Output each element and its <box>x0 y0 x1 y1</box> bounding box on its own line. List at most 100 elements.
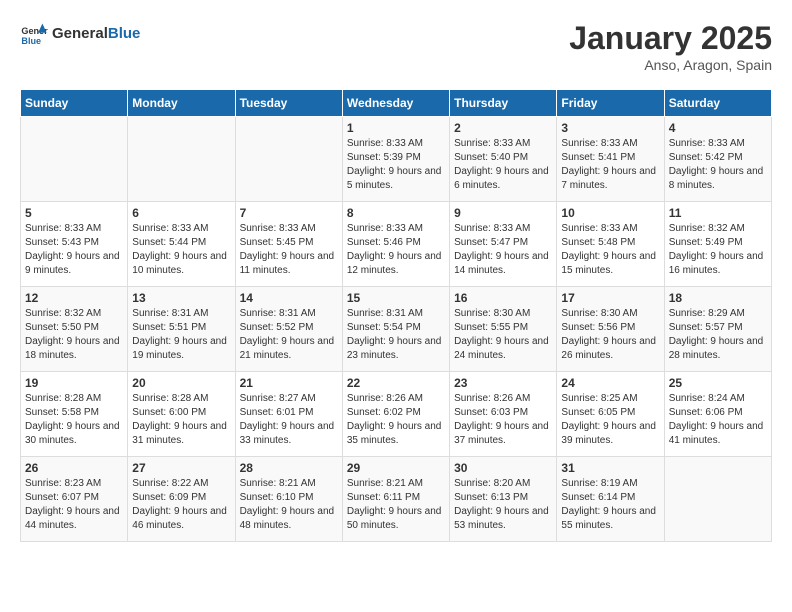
table-row: 13Sunrise: 8:31 AM Sunset: 5:51 PM Dayli… <box>128 287 235 372</box>
header-sunday: Sunday <box>21 90 128 117</box>
table-row: 31 Sunrise: 8:19 AM Sunset: 6:14 PM Dayli… <box>557 457 664 542</box>
logo: General Blue GeneralBlue <box>20 20 140 48</box>
day-info: Sunrise: 8:33 AM Sunset: 5:42 PM Dayligh… <box>669 137 767 193</box>
day-info: Sunrise: 8:20 AM Sunset: 6:13 PM Dayligh… <box>454 477 552 533</box>
calendar-week-row: 26Sunrise: 8:23 AM Sunset: 6:07 PM Dayli… <box>21 457 772 542</box>
day-info: Sunrise: 8:21 AM Sunset: 6:10 PM Dayligh… <box>240 477 338 533</box>
calendar-table: Sunday Monday Tuesday Wednesday Thursday… <box>20 89 772 542</box>
day-number: 31 <box>561 461 659 475</box>
table-row: 8 Sunrise: 8:33 AM Sunset: 5:46 PM Daylig… <box>342 202 449 287</box>
calendar-week-row: 12 Sunrise: 8:32 AM Sunset: 5:50 PM Dayli… <box>21 287 772 372</box>
table-row: 7 Sunrise: 8:33 AM Sunset: 5:45 PM Daylig… <box>235 202 342 287</box>
day-info: Sunrise: 8:21 AM Sunset: 6:11 PM Dayligh… <box>347 477 445 533</box>
day-info: Sunrise: 8:33 AM Sunset: 5:40 PM Dayligh… <box>454 137 552 193</box>
table-row: 19Sunrise: 8:28 AM Sunset: 5:58 PM Dayli… <box>21 372 128 457</box>
logo-icon: General Blue <box>20 20 48 48</box>
day-info: Sunrise: 8:32 AM Sunset: 5:49 PM Dayligh… <box>669 222 767 278</box>
table-row: 11Sunrise: 8:32 AM Sunset: 5:49 PM Dayli… <box>664 202 771 287</box>
table-row: 21 Sunrise: 8:27 AM Sunset: 6:01 PM Dayli… <box>235 372 342 457</box>
day-number: 16 <box>454 291 552 305</box>
table-row: 4Sunrise: 8:33 AM Sunset: 5:42 PM Daylig… <box>664 117 771 202</box>
logo-general-text: General <box>52 25 108 42</box>
day-info: Sunrise: 8:19 AM Sunset: 6:14 PM Dayligh… <box>561 477 659 533</box>
header-tuesday: Tuesday <box>235 90 342 117</box>
day-number: 17 <box>561 291 659 305</box>
day-number: 20 <box>132 376 230 390</box>
table-row <box>21 117 128 202</box>
day-number: 10 <box>561 206 659 220</box>
calendar-week-row: 5Sunrise: 8:33 AM Sunset: 5:43 PM Daylig… <box>21 202 772 287</box>
calendar-subtitle: Anso, Aragon, Spain <box>569 57 772 73</box>
day-info: Sunrise: 8:33 AM Sunset: 5:45 PM Dayligh… <box>240 222 338 278</box>
day-number: 5 <box>25 206 123 220</box>
day-number: 13 <box>132 291 230 305</box>
day-info: Sunrise: 8:24 AM Sunset: 6:06 PM Dayligh… <box>669 392 767 448</box>
day-number: 8 <box>347 206 445 220</box>
day-info: Sunrise: 8:31 AM Sunset: 5:54 PM Dayligh… <box>347 307 445 363</box>
table-row: 28Sunrise: 8:21 AM Sunset: 6:10 PM Dayli… <box>235 457 342 542</box>
day-info: Sunrise: 8:33 AM Sunset: 5:47 PM Dayligh… <box>454 222 552 278</box>
table-row: 2 Sunrise: 8:33 AM Sunset: 5:40 PM Daylig… <box>450 117 557 202</box>
logo-blue-text: Blue <box>108 25 141 42</box>
header-wednesday: Wednesday <box>342 90 449 117</box>
day-number: 12 <box>25 291 123 305</box>
table-row <box>235 117 342 202</box>
table-row: 27 Sunrise: 8:22 AM Sunset: 6:09 PM Dayli… <box>128 457 235 542</box>
day-number: 2 <box>454 121 552 135</box>
table-row: 6Sunrise: 8:33 AM Sunset: 5:44 PM Daylig… <box>128 202 235 287</box>
table-row <box>128 117 235 202</box>
day-number: 29 <box>347 461 445 475</box>
day-info: Sunrise: 8:33 AM Sunset: 5:39 PM Dayligh… <box>347 137 445 193</box>
day-info: Sunrise: 8:28 AM Sunset: 5:58 PM Dayligh… <box>25 392 123 448</box>
day-info: Sunrise: 8:27 AM Sunset: 6:01 PM Dayligh… <box>240 392 338 448</box>
calendar-week-row: 1 Sunrise: 8:33 AM Sunset: 5:39 PM Daylig… <box>21 117 772 202</box>
table-row: 22 Sunrise: 8:26 AM Sunset: 6:02 PM Dayli… <box>342 372 449 457</box>
table-row: 5Sunrise: 8:33 AM Sunset: 5:43 PM Daylig… <box>21 202 128 287</box>
table-row: 17 Sunrise: 8:30 AM Sunset: 5:56 PM Dayli… <box>557 287 664 372</box>
table-row: 10 Sunrise: 8:33 AM Sunset: 5:48 PM Dayli… <box>557 202 664 287</box>
day-number: 7 <box>240 206 338 220</box>
table-row: 16 Sunrise: 8:30 AM Sunset: 5:55 PM Dayli… <box>450 287 557 372</box>
day-number: 27 <box>132 461 230 475</box>
header-saturday: Saturday <box>664 90 771 117</box>
table-row: 12 Sunrise: 8:32 AM Sunset: 5:50 PM Dayli… <box>21 287 128 372</box>
day-info: Sunrise: 8:28 AM Sunset: 6:00 PM Dayligh… <box>132 392 230 448</box>
day-info: Sunrise: 8:30 AM Sunset: 5:55 PM Dayligh… <box>454 307 552 363</box>
title-section: January 2025 Anso, Aragon, Spain <box>569 20 772 73</box>
header: General Blue GeneralBlue January 2025 An… <box>20 20 772 73</box>
day-info: Sunrise: 8:30 AM Sunset: 5:56 PM Dayligh… <box>561 307 659 363</box>
day-info: Sunrise: 8:22 AM Sunset: 6:09 PM Dayligh… <box>132 477 230 533</box>
day-number: 1 <box>347 121 445 135</box>
table-row: 18 Sunrise: 8:29 AM Sunset: 5:57 PM Dayli… <box>664 287 771 372</box>
table-row: 14Sunrise: 8:31 AM Sunset: 5:52 PM Dayli… <box>235 287 342 372</box>
day-number: 9 <box>454 206 552 220</box>
table-row: 15 Sunrise: 8:31 AM Sunset: 5:54 PM Dayli… <box>342 287 449 372</box>
day-number: 18 <box>669 291 767 305</box>
header-monday: Monday <box>128 90 235 117</box>
day-info: Sunrise: 8:23 AM Sunset: 6:07 PM Dayligh… <box>25 477 123 533</box>
table-row: 3Sunrise: 8:33 AM Sunset: 5:41 PM Daylig… <box>557 117 664 202</box>
day-info: Sunrise: 8:32 AM Sunset: 5:50 PM Dayligh… <box>25 307 123 363</box>
table-row: 30Sunrise: 8:20 AM Sunset: 6:13 PM Dayli… <box>450 457 557 542</box>
table-row <box>664 457 771 542</box>
table-row: 29 Sunrise: 8:21 AM Sunset: 6:11 PM Dayli… <box>342 457 449 542</box>
table-row: 9 Sunrise: 8:33 AM Sunset: 5:47 PM Daylig… <box>450 202 557 287</box>
day-info: Sunrise: 8:33 AM Sunset: 5:48 PM Dayligh… <box>561 222 659 278</box>
table-row: 25Sunrise: 8:24 AM Sunset: 6:06 PM Dayli… <box>664 372 771 457</box>
day-info: Sunrise: 8:33 AM Sunset: 5:46 PM Dayligh… <box>347 222 445 278</box>
table-row: 24Sunrise: 8:25 AM Sunset: 6:05 PM Dayli… <box>557 372 664 457</box>
day-info: Sunrise: 8:33 AM Sunset: 5:41 PM Dayligh… <box>561 137 659 193</box>
day-number: 14 <box>240 291 338 305</box>
day-info: Sunrise: 8:26 AM Sunset: 6:02 PM Dayligh… <box>347 392 445 448</box>
day-info: Sunrise: 8:26 AM Sunset: 6:03 PM Dayligh… <box>454 392 552 448</box>
table-row: 23 Sunrise: 8:26 AM Sunset: 6:03 PM Dayli… <box>450 372 557 457</box>
day-info: Sunrise: 8:29 AM Sunset: 5:57 PM Dayligh… <box>669 307 767 363</box>
calendar-week-row: 19Sunrise: 8:28 AM Sunset: 5:58 PM Dayli… <box>21 372 772 457</box>
header-thursday: Thursday <box>450 90 557 117</box>
header-friday: Friday <box>557 90 664 117</box>
day-number: 6 <box>132 206 230 220</box>
day-number: 21 <box>240 376 338 390</box>
day-number: 15 <box>347 291 445 305</box>
day-number: 23 <box>454 376 552 390</box>
day-number: 22 <box>347 376 445 390</box>
